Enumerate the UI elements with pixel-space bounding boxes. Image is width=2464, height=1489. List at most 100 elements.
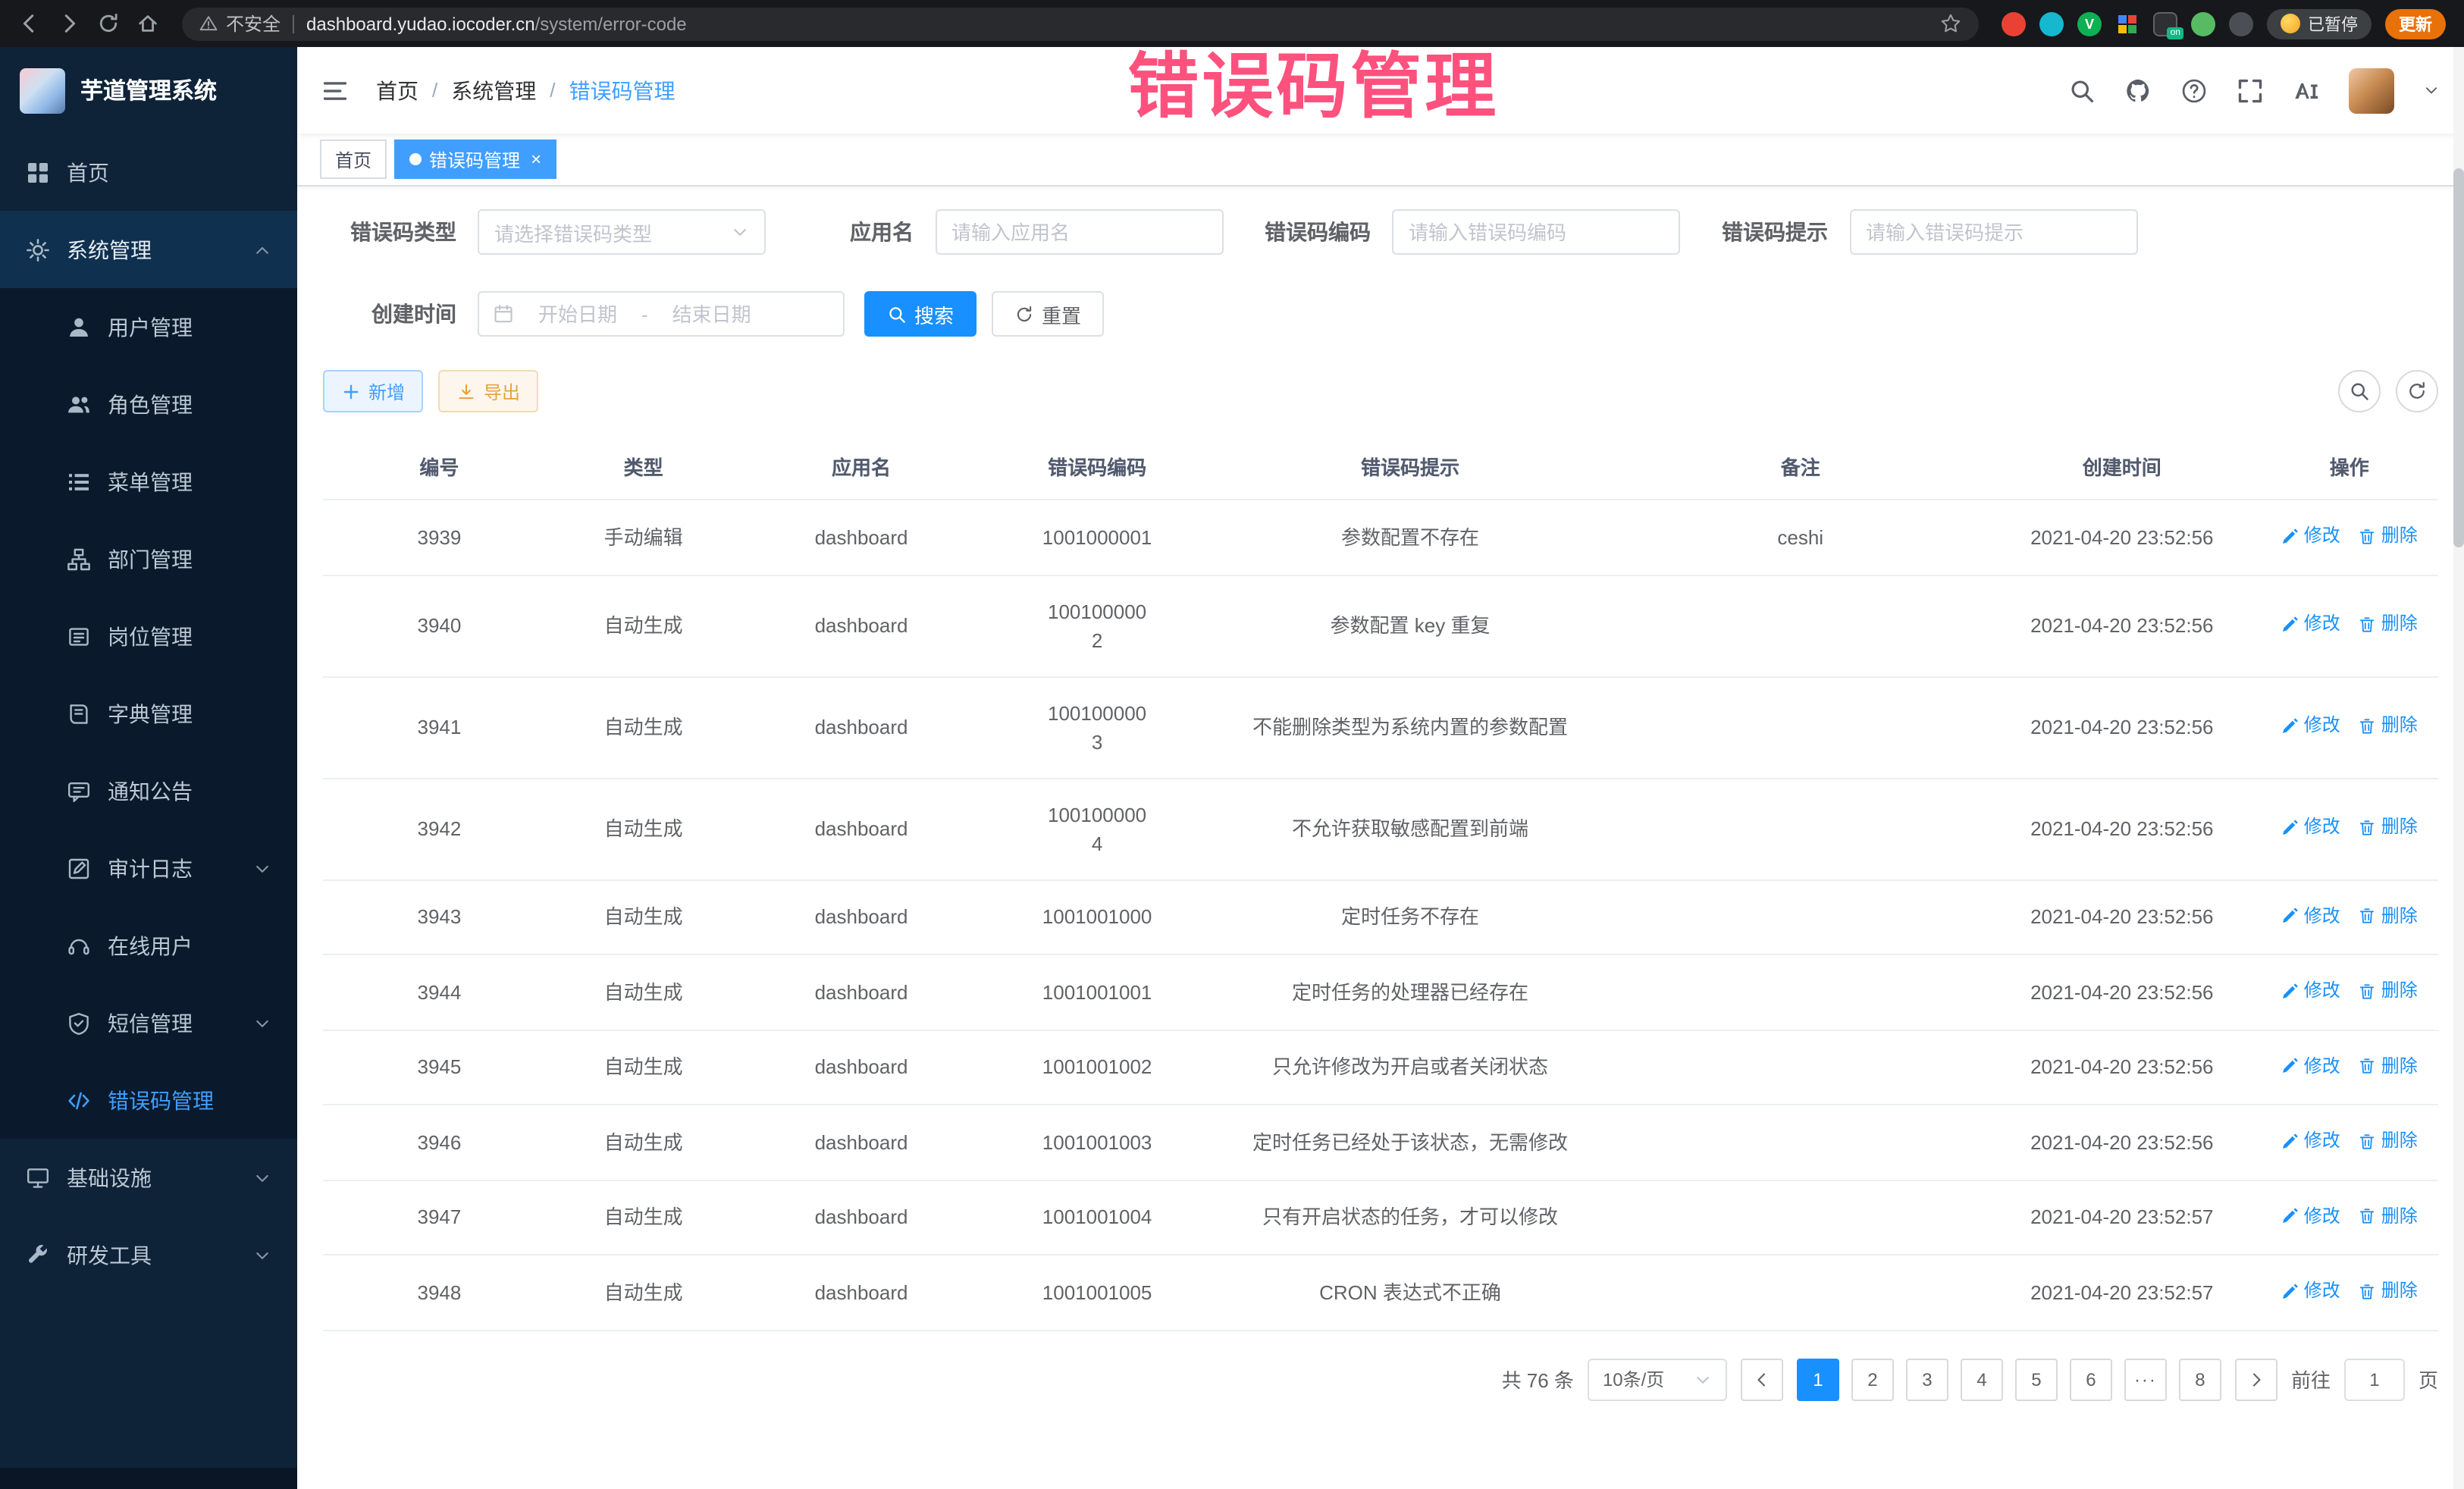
error-message-input[interactable] (1866, 221, 2121, 243)
refresh-table-button[interactable] (2396, 370, 2438, 412)
error-type-select[interactable]: 请选择错误码类型 (478, 209, 766, 255)
header-search-icon[interactable] (2068, 77, 2096, 104)
bookmark-star-icon[interactable] (1939, 12, 1962, 35)
breadcrumb-system[interactable]: 系统管理 (451, 75, 536, 105)
extension-icon[interactable]: on (2153, 11, 2177, 36)
page-button-5[interactable]: 5 (2015, 1358, 2058, 1400)
tab-home[interactable]: 首页 (320, 139, 387, 179)
security-warning[interactable]: 不安全 (199, 11, 281, 36)
edit-link[interactable]: 修改 (2281, 610, 2340, 639)
font-size-icon[interactable] (2293, 77, 2320, 104)
github-icon[interactable] (2124, 77, 2152, 104)
start-date-input[interactable] (523, 303, 632, 325)
extension-icon[interactable] (2229, 11, 2253, 36)
cell-id: 3947 (323, 1180, 556, 1255)
sidebar-item-10[interactable]: 在线用户 (0, 907, 297, 984)
page-button-4[interactable]: 4 (1961, 1358, 2003, 1400)
app-logo[interactable]: 芋道管理系统 (0, 47, 297, 133)
sidebar-item-4[interactable]: 菜单管理 (0, 443, 297, 520)
date-range-picker[interactable]: - (478, 291, 845, 337)
delete-link[interactable]: 删除 (2359, 522, 2418, 550)
sidebar-item-6[interactable]: 岗位管理 (0, 597, 297, 675)
sidebar-item-7[interactable]: 字典管理 (0, 675, 297, 752)
extension-icon[interactable] (2002, 11, 2026, 36)
toggle-search-button[interactable] (2338, 370, 2381, 412)
profile-paused-badge[interactable]: 已暂停 (2267, 8, 2372, 39)
sidebar-collapse-bar[interactable] (0, 1468, 297, 1489)
app-name-input[interactable] (951, 221, 1206, 243)
delete-link[interactable]: 删除 (2359, 1277, 2418, 1306)
sidebar-item-13[interactable]: 基础设施 (0, 1139, 297, 1216)
sidebar-item-1[interactable]: 系统管理 (0, 211, 297, 288)
user-avatar[interactable] (2349, 67, 2394, 113)
edit-link[interactable]: 修改 (2281, 522, 2340, 550)
page-ellipsis[interactable]: ··· (2124, 1358, 2167, 1400)
edit-link[interactable]: 修改 (2281, 1277, 2340, 1306)
user-menu-caret-icon[interactable] (2423, 82, 2440, 99)
extension-icon[interactable] (2191, 11, 2215, 36)
delete-link[interactable]: 删除 (2359, 610, 2418, 639)
page-button-6[interactable]: 6 (2070, 1358, 2112, 1400)
address-bar[interactable]: 不安全 dashboard.yudao.iocoder.cn/system/er… (182, 7, 1979, 40)
user-icon (67, 315, 91, 339)
cell-actions: 修改删除 (2261, 676, 2438, 778)
page-size-select[interactable]: 10条/页 (1588, 1358, 1727, 1400)
sidebar-item-11[interactable]: 短信管理 (0, 984, 297, 1061)
breadcrumb-home[interactable]: 首页 (376, 75, 419, 105)
edit-link[interactable]: 修改 (2281, 976, 2340, 1005)
back-icon[interactable] (18, 12, 41, 35)
extension-grid-icon[interactable] (2115, 11, 2140, 36)
error-code-input[interactable] (1409, 221, 1663, 243)
sidebar-item-8[interactable]: 通知公告 (0, 752, 297, 829)
help-icon[interactable] (2180, 77, 2208, 104)
sidebar-item-2[interactable]: 用户管理 (0, 288, 297, 365)
hamburger-icon[interactable] (321, 77, 349, 104)
goto-page-input[interactable] (2344, 1358, 2405, 1400)
chrome-update-button[interactable]: 更新 (2385, 8, 2446, 39)
forward-icon[interactable] (58, 12, 80, 35)
reset-button[interactable]: 重置 (992, 291, 1104, 337)
search-form: 错误码类型 请选择错误码类型 应用名 错误码编码 (323, 209, 2152, 255)
sidebar-item-0[interactable]: 首页 (0, 133, 297, 211)
page-button-1[interactable]: 1 (1797, 1358, 1839, 1400)
edit-link[interactable]: 修改 (2281, 813, 2340, 842)
edit-link[interactable]: 修改 (2281, 1127, 2340, 1155)
extension-icon[interactable]: V (2077, 11, 2102, 36)
delete-link[interactable]: 删除 (2359, 901, 2418, 930)
home-icon[interactable] (136, 12, 159, 35)
sidebar-item-9[interactable]: 审计日志 (0, 829, 297, 907)
search-button[interactable]: 搜索 (864, 291, 977, 337)
scrollbar-thumb[interactable] (2453, 168, 2464, 547)
cell-memo: ceshi (1617, 500, 1983, 575)
delete-link[interactable]: 删除 (2359, 712, 2418, 741)
next-page-button[interactable] (2235, 1358, 2277, 1400)
fullscreen-icon[interactable] (2237, 77, 2264, 104)
sidebar-item-3[interactable]: 角色管理 (0, 365, 297, 443)
end-date-input[interactable] (657, 303, 766, 325)
add-button[interactable]: 新增 (323, 370, 423, 412)
sidebar-item-14[interactable]: 研发工具 (0, 1216, 297, 1293)
delete-link[interactable]: 删除 (2359, 813, 2418, 842)
page-button-3[interactable]: 3 (1906, 1358, 1948, 1400)
extension-icon[interactable] (2039, 11, 2064, 36)
edit-link[interactable]: 修改 (2281, 1202, 2340, 1230)
delete-link[interactable]: 删除 (2359, 976, 2418, 1005)
delete-link[interactable]: 删除 (2359, 1052, 2418, 1080)
edit-link[interactable]: 修改 (2281, 901, 2340, 930)
page-button-8[interactable]: 8 (2179, 1358, 2221, 1400)
close-tab-icon[interactable]: × (531, 150, 541, 168)
edit-link[interactable]: 修改 (2281, 712, 2340, 741)
page-button-2[interactable]: 2 (1851, 1358, 1894, 1400)
table-row: 3946 自动生成 dashboard 1001001003 定时任务已经处于该… (323, 1105, 2438, 1180)
scrollbar[interactable] (2453, 47, 2464, 1489)
prev-page-button[interactable] (1741, 1358, 1783, 1400)
sidebar-item-5[interactable]: 部门管理 (0, 520, 297, 597)
delete-link[interactable]: 删除 (2359, 1202, 2418, 1230)
download-icon (456, 381, 476, 401)
delete-link[interactable]: 删除 (2359, 1127, 2418, 1155)
reload-icon[interactable] (97, 12, 120, 35)
sidebar-item-12[interactable]: 错误码管理 (0, 1061, 297, 1139)
tab-error-code[interactable]: 错误码管理 × (394, 139, 556, 179)
export-button[interactable]: 导出 (438, 370, 538, 412)
edit-link[interactable]: 修改 (2281, 1052, 2340, 1080)
